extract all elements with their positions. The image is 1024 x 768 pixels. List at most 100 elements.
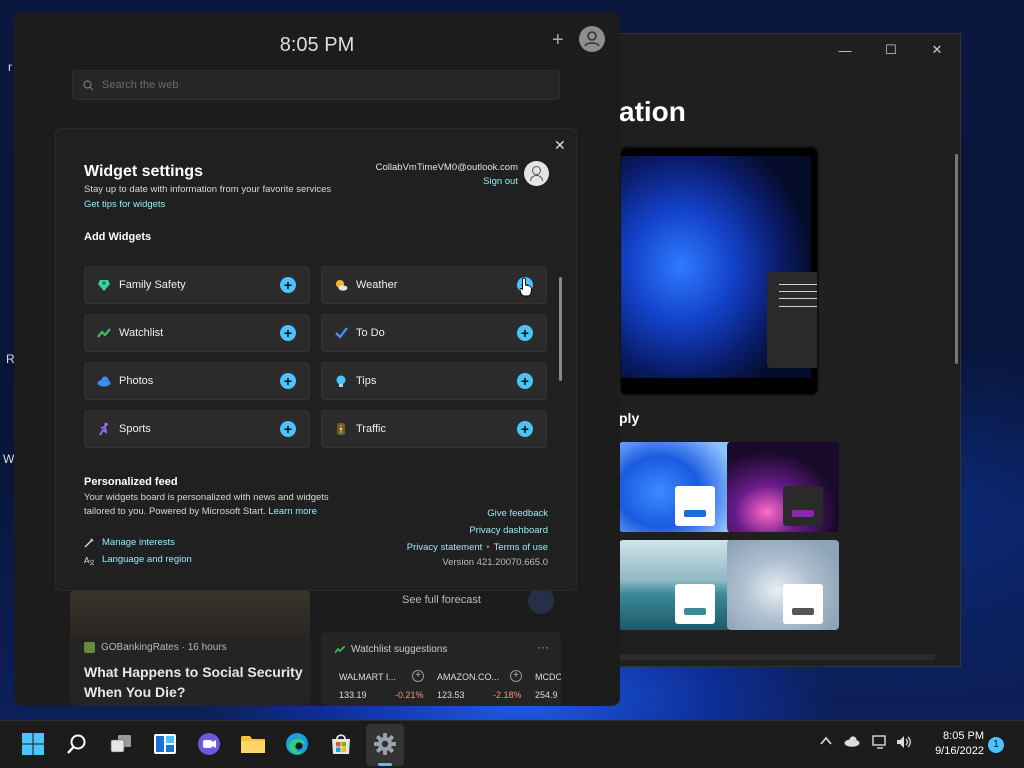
- privacy-statement-link[interactable]: Privacy statement: [407, 542, 483, 553]
- widget-label: Photos: [119, 375, 154, 387]
- watchlist-title: Watchlist suggestions: [335, 644, 447, 655]
- language-icon: A文: [84, 556, 94, 565]
- board-time: 8:05 PM: [279, 34, 355, 56]
- start-button[interactable]: [20, 731, 46, 757]
- maximize-button[interactable]: ☐: [868, 34, 914, 66]
- more-options-button[interactable]: ···: [537, 640, 549, 654]
- onedrive-tray-button[interactable]: [844, 735, 860, 750]
- sign-out-link[interactable]: Sign out: [356, 176, 518, 187]
- pencil-icon: [84, 538, 94, 547]
- add-tips-button[interactable]: +: [517, 373, 533, 389]
- manage-interests-link[interactable]: Manage interests: [102, 537, 175, 548]
- watchlist-title-label: Watchlist suggestions: [351, 644, 448, 655]
- close-button[interactable]: ✕: [914, 34, 960, 66]
- privacy-dashboard-link[interactable]: Privacy dashboard: [469, 525, 548, 536]
- widget-label: Weather: [356, 279, 398, 291]
- minimize-button[interactable]: —: [822, 34, 868, 66]
- give-feedback-link[interactable]: Give feedback: [487, 508, 548, 519]
- theme-preview: [619, 146, 819, 396]
- search-icon: [83, 79, 94, 90]
- widget-label: Traffic: [356, 423, 386, 435]
- horizontal-scrollbar[interactable]: [619, 654, 935, 660]
- widget-settings-dialog: ✕ Widget settings Stay up to date with i…: [55, 128, 577, 591]
- news-headline[interactable]: What Happens to Social Security When You…: [84, 662, 308, 702]
- gear-icon: [374, 733, 396, 755]
- search-input[interactable]: [102, 79, 522, 91]
- close-dialog-button[interactable]: ✕: [554, 137, 566, 154]
- taskbar-search-button[interactable]: [64, 731, 90, 757]
- language-region-link[interactable]: Language and region: [102, 554, 192, 565]
- svg-text:文: 文: [89, 559, 94, 565]
- stock-item[interactable]: AMAZON.CO... + 123.53 -2.18%: [437, 670, 533, 700]
- notification-badge[interactable]: 1: [988, 737, 1004, 753]
- news-card[interactable]: GOBankingRates · 16 hours What Happens t…: [70, 590, 310, 706]
- volume-icon: [897, 736, 911, 748]
- sports-icon: [97, 422, 111, 436]
- add-traffic-button[interactable]: +: [517, 421, 533, 437]
- stock-item[interactable]: WALMART I... + 133.19 -0.21%: [339, 670, 435, 700]
- network-tray-button[interactable]: [872, 735, 888, 752]
- widget-tile-family-safety[interactable]: Family Safety +: [84, 266, 310, 304]
- manage-interests-row[interactable]: Manage interests: [84, 537, 175, 548]
- see-full-forecast-link[interactable]: See full forecast: [402, 594, 481, 606]
- search-icon: [67, 734, 86, 754]
- settings-app-button[interactable]: [372, 731, 398, 757]
- language-region-row[interactable]: A文 Language and region: [84, 554, 192, 565]
- dialog-scrollbar[interactable]: [559, 277, 562, 381]
- scrollbar[interactable]: [955, 154, 958, 364]
- widget-tile-traffic[interactable]: Traffic +: [321, 410, 547, 448]
- stock-price: 133.19: [339, 690, 367, 700]
- add-todo-button[interactable]: +: [517, 325, 533, 341]
- chevron-up-icon: [820, 736, 832, 745]
- task-view-button[interactable]: [108, 731, 134, 757]
- widgets-icon: [154, 734, 176, 754]
- add-family-safety-button[interactable]: +: [280, 277, 296, 293]
- add-stock-button[interactable]: +: [510, 670, 522, 682]
- stock-change: -2.18%: [493, 690, 522, 700]
- widget-label: To Do: [356, 327, 385, 339]
- forecast-icon: [528, 588, 554, 614]
- desktop-icon-label[interactable]: W: [3, 452, 14, 466]
- add-stock-button[interactable]: +: [412, 670, 424, 682]
- edge-browser-button[interactable]: [284, 731, 310, 757]
- get-tips-link[interactable]: Get tips for widgets: [84, 199, 165, 210]
- show-hidden-icons-button[interactable]: [820, 735, 832, 750]
- stock-item[interactable]: MCDO 254.9: [535, 672, 561, 700]
- todo-icon: [334, 326, 348, 340]
- terms-of-use-link[interactable]: Terms of use: [494, 542, 548, 553]
- add-watchlist-button[interactable]: +: [280, 325, 296, 341]
- desktop-icon-label[interactable]: r: [8, 60, 12, 74]
- widget-tile-watchlist[interactable]: Watchlist +: [84, 314, 310, 352]
- widgets-button[interactable]: [152, 731, 178, 757]
- page-title: ation: [619, 96, 686, 127]
- file-explorer-button[interactable]: [240, 731, 266, 757]
- store-button[interactable]: [328, 731, 354, 757]
- widget-tile-todo[interactable]: To Do +: [321, 314, 547, 352]
- add-photos-button[interactable]: +: [280, 373, 296, 389]
- search-box[interactable]: [72, 70, 560, 100]
- window-controls: — ☐ ✕: [822, 34, 960, 66]
- add-widget-button[interactable]: +: [552, 29, 564, 52]
- theme-thumbnail-light[interactable]: [619, 442, 731, 532]
- chat-button[interactable]: [196, 731, 222, 757]
- widget-tile-sports[interactable]: Sports +: [84, 410, 310, 448]
- widget-tile-photos[interactable]: Photos +: [84, 362, 310, 400]
- learn-more-link[interactable]: Learn more: [268, 506, 317, 517]
- add-sports-button[interactable]: +: [280, 421, 296, 437]
- version-label: Version 421.20070.665.0: [442, 557, 548, 568]
- theme-thumbnail-flow[interactable]: [727, 540, 839, 630]
- widget-tile-tips[interactable]: Tips +: [321, 362, 547, 400]
- taskbar: 8:05 PM 9/16/2022 1: [0, 720, 1024, 768]
- volume-tray-button[interactable]: [896, 735, 912, 752]
- taskbar-clock[interactable]: 8:05 PM 9/16/2022: [922, 729, 984, 759]
- widget-tile-weather[interactable]: Weather +: [321, 266, 547, 304]
- active-app-indicator: [378, 763, 392, 766]
- watchlist-card[interactable]: Watchlist suggestions ··· WALMART I... +…: [321, 632, 561, 706]
- stock-price: 254.9: [535, 690, 558, 700]
- store-icon: [332, 734, 350, 754]
- theme-thumbnail-lake[interactable]: [619, 540, 731, 630]
- cloud-icon: [844, 736, 860, 747]
- theme-thumbnail-glow[interactable]: [727, 442, 839, 532]
- feed-description: Your widgets board is personalized with …: [84, 491, 340, 519]
- avatar[interactable]: [579, 26, 605, 52]
